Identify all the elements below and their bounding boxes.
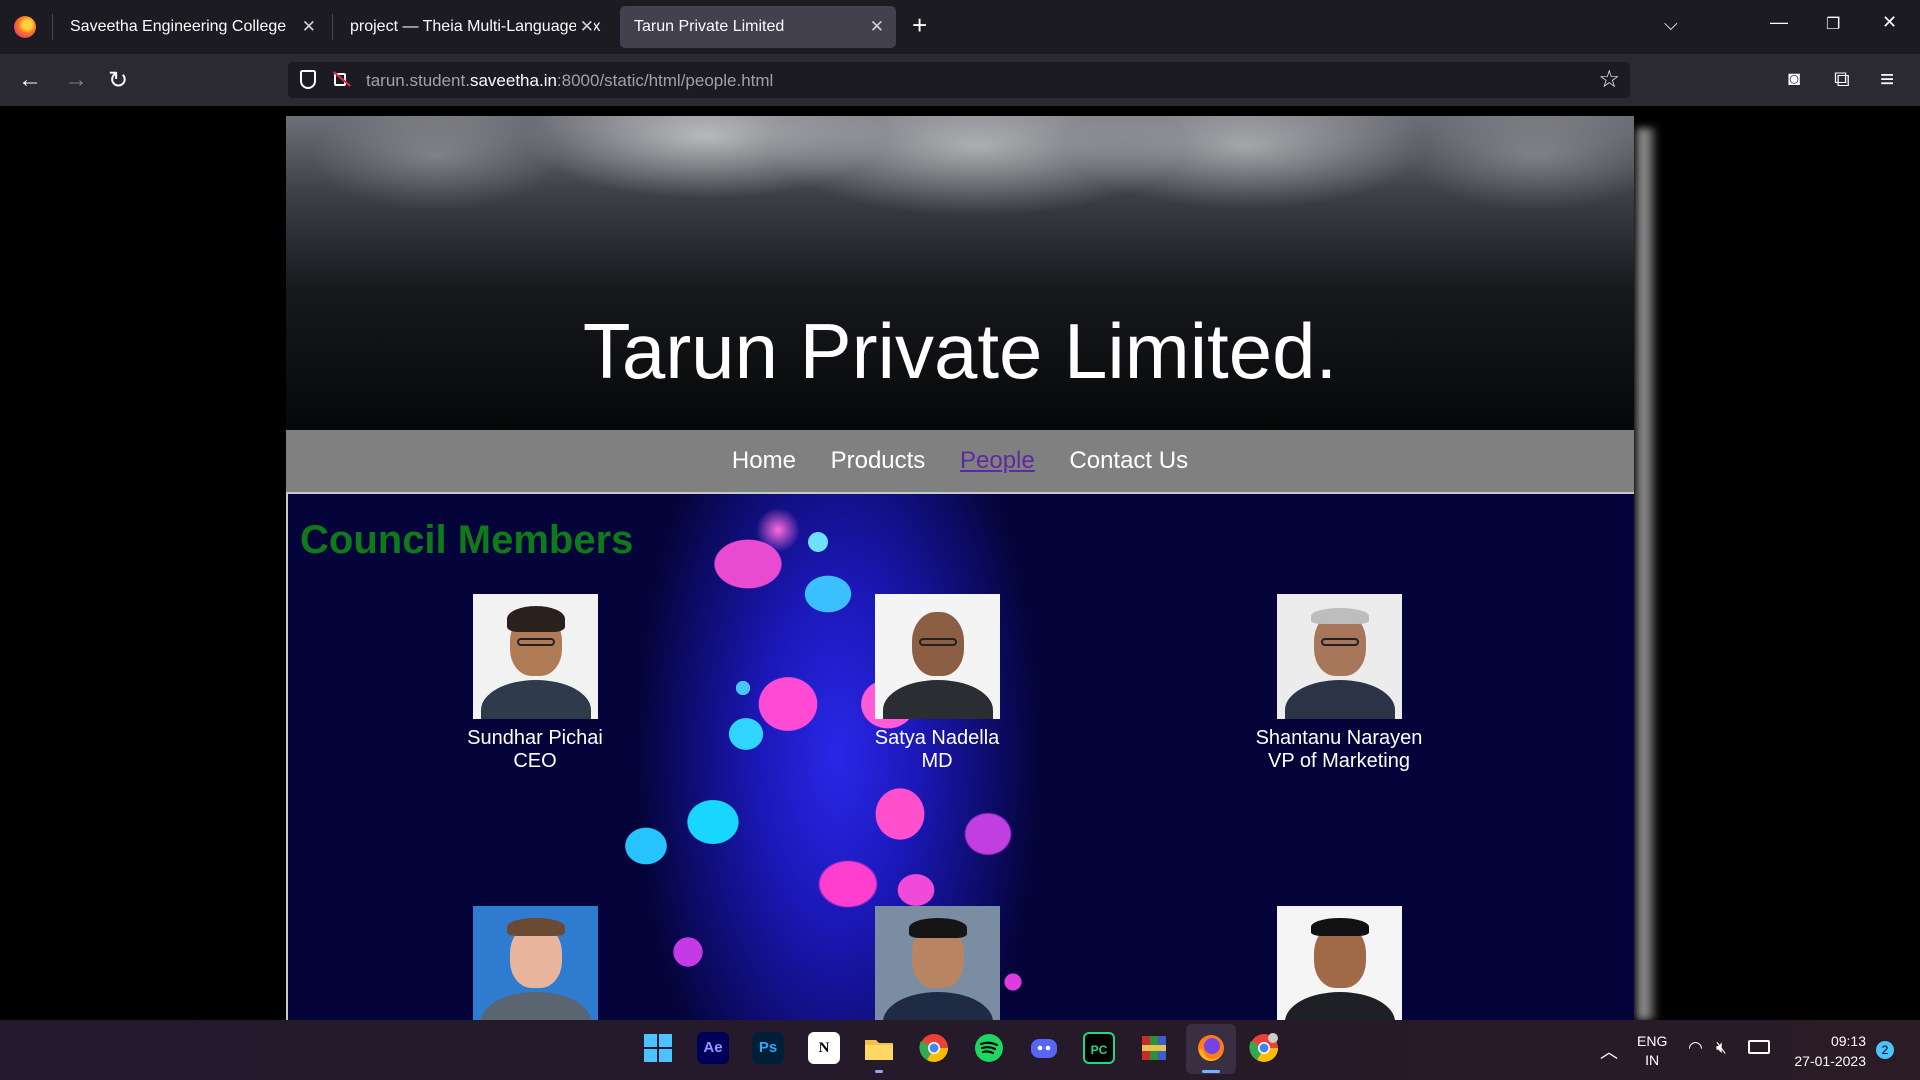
battery-icon[interactable] — [1748, 1040, 1770, 1054]
nav-link-products[interactable]: Products — [831, 447, 926, 474]
forward-arrow-icon[interactable]: → — [64, 66, 88, 94]
clock-time: 09:13 — [1830, 1033, 1866, 1049]
tab-title: Tarun Private Limited — [634, 18, 785, 35]
restore-icon[interactable]: ❐ — [1826, 14, 1840, 34]
member-card — [807, 906, 1067, 1020]
member-photo — [472, 906, 598, 1020]
firefox-icon[interactable] — [1195, 1032, 1227, 1064]
hamburger-menu-icon[interactable]: ≡ — [1880, 66, 1894, 94]
close-icon[interactable]: ✕ — [302, 6, 316, 48]
tab-project-theia[interactable]: project — Theia Multi-Language Ex ✕ — [336, 6, 606, 48]
site-header-banner: Tarun Private Limited. — [286, 116, 1634, 430]
tab-title: project — Theia Multi-Language Ex — [350, 18, 601, 35]
file-explorer-icon[interactable] — [863, 1032, 895, 1064]
pycharm-icon[interactable]: PC — [1083, 1032, 1115, 1064]
windows-taskbar: Ae Ps N PC ︿ ENG IN ◠ 🔇︎ 09:13 27-01-202… — [0, 1020, 1920, 1080]
url-prefix: tarun.student. — [366, 71, 470, 90]
member-role: CEO — [513, 750, 557, 772]
tab-saveetha[interactable]: Saveetha Engineering College ✕ — [56, 6, 328, 48]
wifi-icon[interactable]: ◠ — [1688, 1038, 1703, 1058]
region-code: IN — [1645, 1052, 1660, 1068]
tracking-protection-shield-icon[interactable] — [300, 70, 316, 89]
tab-separator — [332, 14, 333, 40]
member-card — [405, 906, 665, 1020]
new-tab-plus-icon[interactable]: + — [912, 10, 927, 41]
site-title: Tarun Private Limited. — [582, 307, 1338, 395]
page-shadow — [1636, 128, 1658, 1020]
member-photo — [472, 594, 598, 719]
member-photo — [1276, 906, 1402, 1020]
nav-link-contact-us[interactable]: Contact Us — [1069, 447, 1188, 474]
tab-separator — [52, 14, 53, 40]
member-card — [1209, 906, 1469, 1020]
nav-link-home[interactable]: Home — [732, 447, 796, 474]
list-all-tabs-chevron-icon[interactable]: ⌵ — [1664, 14, 1678, 35]
tab-tarun-private-limited[interactable]: Tarun Private Limited ✕ — [620, 6, 896, 48]
web-page: Tarun Private Limited. Home Products Peo… — [286, 116, 1634, 1020]
member-name: Sundhar Pichai — [467, 727, 603, 749]
winrar-icon[interactable] — [1138, 1032, 1170, 1064]
member-photo — [1276, 594, 1402, 719]
photoshop-icon[interactable]: Ps — [752, 1032, 784, 1064]
windows-start-icon[interactable] — [642, 1032, 674, 1064]
language-code: ENG — [1637, 1033, 1668, 1049]
close-window-icon[interactable]: ✕ — [1882, 12, 1897, 33]
address-bar[interactable]: tarun.student.saveetha.in:8000/static/ht… — [288, 62, 1630, 98]
reload-icon[interactable]: ↻ — [108, 66, 128, 95]
extensions-puzzle-icon[interactable]: ⧉ — [1834, 66, 1850, 92]
close-icon[interactable]: ✕ — [575, 6, 594, 48]
pocket-icon[interactable]: ◙ — [1788, 68, 1800, 91]
member-photo — [874, 906, 1000, 1020]
member-role: MD — [921, 750, 953, 772]
back-arrow-icon[interactable]: ← — [18, 66, 42, 94]
url-suffix: :8000/static/html/people.html — [556, 71, 774, 90]
running-indicator — [875, 1070, 883, 1073]
url-domain: saveetha.in — [469, 71, 557, 90]
chrome-icon[interactable] — [918, 1032, 950, 1064]
spotify-icon[interactable] — [973, 1032, 1005, 1064]
member-role: VP of Marketing — [1268, 750, 1410, 772]
browser-nav-bar: ← → ↻ tarun.student.saveetha.in:8000/sta… — [0, 54, 1920, 106]
member-card: Satya Nadella MD — [807, 594, 1067, 773]
people-content: Council Members Sundhar Pichai CEO Satya… — [286, 494, 1634, 1020]
member-card: Sundhar Pichai CEO — [405, 594, 665, 773]
running-indicator — [1202, 1070, 1220, 1073]
clock-date: 27-01-2023 — [1794, 1053, 1866, 1069]
member-name: Satya Nadella — [874, 727, 1000, 749]
clock[interactable]: 09:13 27-01-2023 — [1780, 1031, 1866, 1071]
section-title: Council Members — [300, 518, 634, 562]
member-photo — [874, 594, 1000, 719]
url-text[interactable]: tarun.student.saveetha.in:8000/static/ht… — [366, 71, 773, 91]
notion-icon[interactable]: N — [808, 1032, 840, 1064]
close-icon[interactable]: ✕ — [870, 6, 884, 48]
member-card: Shantanu Narayen VP of Marketing — [1209, 594, 1469, 773]
bookmark-star-icon[interactable]: ☆ — [1598, 65, 1620, 94]
member-name: Shantanu Narayen — [1255, 727, 1423, 749]
tab-title: Saveetha Engineering College — [70, 18, 287, 35]
after-effects-icon[interactable]: Ae — [697, 1032, 729, 1064]
show-hidden-icons-chevron-icon[interactable]: ︿ — [1600, 1038, 1618, 1064]
site-nav-menu: Home Products People Contact Us — [286, 430, 1634, 494]
firefox-logo-icon[interactable] — [14, 16, 36, 38]
chrome-alt-icon[interactable] — [1248, 1032, 1280, 1064]
nav-link-people[interactable]: People — [960, 447, 1035, 474]
input-language[interactable]: ENG IN — [1637, 1032, 1667, 1070]
speaker-muted-icon[interactable]: 🔇︎ — [1716, 1038, 1727, 1058]
notification-badge[interactable]: 2 — [1876, 1041, 1894, 1059]
minimize-icon[interactable]: — — [1770, 12, 1788, 33]
discord-icon[interactable] — [1028, 1032, 1060, 1064]
browser-tab-bar: Saveetha Engineering College ✕ project —… — [0, 0, 1920, 54]
